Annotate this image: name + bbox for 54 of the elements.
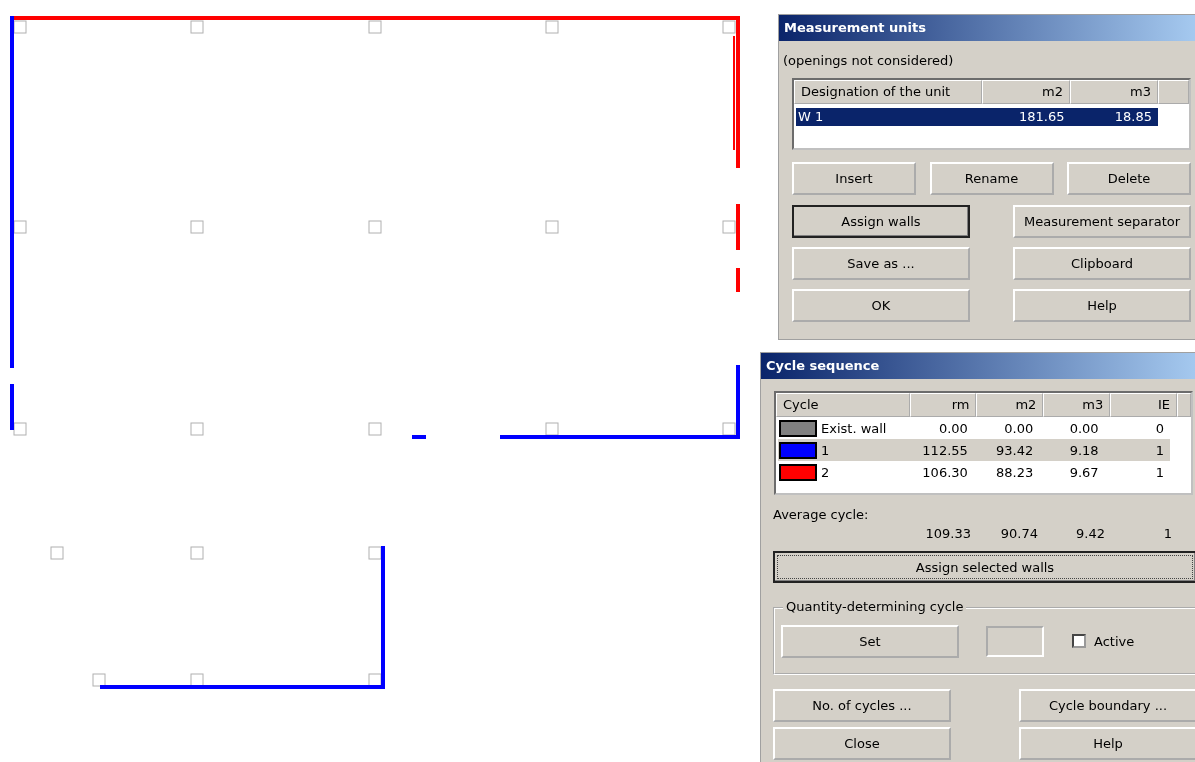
dialog-button[interactable]: Cycle boundary ... xyxy=(1019,689,1195,722)
dialog-button[interactable]: Insert xyxy=(792,162,916,195)
dialog-button[interactable]: Rename xyxy=(929,162,1054,195)
cycle-name: 1 xyxy=(821,442,830,458)
cycle-row[interactable]: 2 106.30 88.23 9.67 1 xyxy=(778,461,1170,483)
table-cell-text: 93.42 xyxy=(995,442,1035,458)
column-header[interactable]: IE xyxy=(1110,393,1177,417)
average-label: Average cycle: xyxy=(773,507,870,522)
dialog-title: Measurement units xyxy=(779,15,1195,41)
column-header[interactable]: m2 xyxy=(982,80,1070,104)
table-cell-text: 0.00 xyxy=(1003,420,1035,436)
table-cell-text: 0 xyxy=(1154,420,1165,436)
dialog-button[interactable]: No. of cycles ... xyxy=(773,689,951,722)
table-cell-text: 1 xyxy=(1154,442,1165,458)
cycle-row[interactable]: 1 112.55 93.42 9.18 1 xyxy=(778,439,1170,461)
checkbox-label: Active xyxy=(1094,633,1135,649)
dialog-button[interactable]: Clipboard xyxy=(1013,247,1191,280)
assign-selected-walls-button[interactable]: Assign selected walls xyxy=(773,551,1195,583)
column-header[interactable]: rm xyxy=(909,393,977,417)
dialog-button[interactable]: Assign walls xyxy=(792,205,970,238)
column-header[interactable]: m3 xyxy=(1070,80,1158,104)
column-header[interactable]: Designation of the unit xyxy=(794,80,982,104)
average-value: 109.33 xyxy=(924,526,972,541)
table-cell-text: 112.55 xyxy=(921,442,969,458)
column-header[interactable]: Cycle xyxy=(776,393,910,417)
average-value: 90.74 xyxy=(999,526,1039,541)
table-cell-text: 88.23 xyxy=(995,464,1035,480)
dialog-button[interactable]: OK xyxy=(792,289,970,322)
dialog-button[interactable]: Save as ... xyxy=(792,247,970,280)
note-text: (openings not considered) xyxy=(783,53,955,68)
group-title: Quantity-determining cycle xyxy=(783,599,967,614)
dialog-button[interactable]: Help xyxy=(1013,289,1191,322)
dialog-button[interactable]: Delete xyxy=(1067,162,1191,195)
table-cell-text: 0.00 xyxy=(937,420,969,436)
active-checkbox[interactable] xyxy=(1072,634,1086,648)
average-value: 1 xyxy=(1162,526,1173,541)
table-cell-text: 9.18 xyxy=(1068,442,1100,458)
dialog-title: Cycle sequence xyxy=(761,353,1195,379)
dialog-button[interactable]: Close xyxy=(773,727,951,760)
table-cell-text: 9.67 xyxy=(1068,464,1100,480)
average-value: 9.42 xyxy=(1075,526,1106,541)
cycle-name: 2 xyxy=(821,464,830,480)
cycle-name: Exist. wall xyxy=(821,420,887,436)
table-cell-text: 106.30 xyxy=(921,464,969,480)
dialog-button[interactable]: Measurement separator xyxy=(1013,205,1191,238)
column-header[interactable]: m3 xyxy=(1043,393,1111,417)
table-cell-text: 0.00 xyxy=(1068,420,1100,436)
table-cell-text: 1 xyxy=(1154,464,1165,480)
cycle-row[interactable]: Exist. wall 0.00 0.00 0.00 0 xyxy=(778,417,1170,439)
unit-row[interactable]: W 1 181.65 18.85 xyxy=(796,108,1158,126)
column-header[interactable]: m2 xyxy=(976,393,1044,417)
set-button[interactable]: Set xyxy=(781,624,959,658)
cycle-input-field[interactable] xyxy=(986,625,1044,657)
dialog-button[interactable]: Help xyxy=(1019,727,1195,760)
